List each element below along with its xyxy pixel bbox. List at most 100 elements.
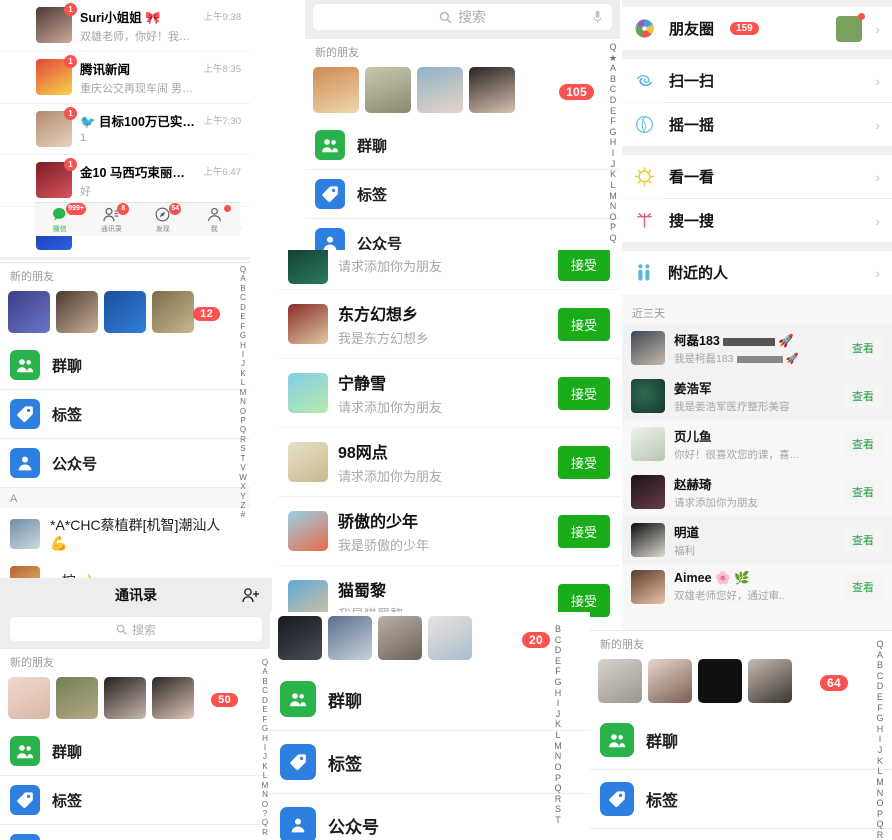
alpha-index-letter[interactable]: K <box>610 169 616 180</box>
alpha-index-letter[interactable]: G <box>876 713 883 724</box>
alpha-index-letter[interactable]: A <box>877 650 883 661</box>
new-friends-avatar-strip[interactable]: 20 <box>270 612 590 668</box>
search-input[interactable]: 搜索 <box>313 4 612 30</box>
alpha-index-letter[interactable]: J <box>878 745 883 756</box>
alpha-index-letter[interactable]: E <box>262 705 267 714</box>
alpha-index-letter[interactable]: ★ <box>609 53 617 64</box>
alpha-index-letter[interactable]: W <box>239 473 247 482</box>
alpha-index-letter[interactable]: T <box>555 815 561 826</box>
alpha-index-letter[interactable]: R <box>240 435 246 444</box>
alpha-index-letter[interactable]: K <box>240 369 245 378</box>
alpha-index-letter[interactable]: V <box>240 463 245 472</box>
alpha-index-letter[interactable]: D <box>555 645 562 656</box>
contacts-entry-list[interactable]: 群聊标签公众号 <box>270 668 590 840</box>
contacts-name-list[interactable]: *A*CHC蔡植群[机智]潮汕人 💪 a 柠🌙 <box>0 508 250 580</box>
alpha-index-letter[interactable]: N <box>877 788 884 799</box>
alpha-index-letter[interactable]: I <box>879 734 882 745</box>
alpha-index-letter[interactable]: M <box>609 191 617 202</box>
avatar[interactable] <box>378 616 422 660</box>
contacts-entry-tag[interactable]: 标签 <box>590 770 892 829</box>
contacts-entry-tag[interactable]: 标签 <box>270 731 590 794</box>
avatar[interactable] <box>748 659 792 703</box>
alpha-index-letter[interactable]: F <box>610 116 616 127</box>
alpha-index-letter[interactable]: P <box>240 416 245 425</box>
alpha-index-letter[interactable]: O <box>240 407 246 416</box>
avatar[interactable] <box>698 659 742 703</box>
discover-row-shake[interactable]: 摇一摇 › <box>622 103 892 146</box>
contacts-entry-group-chat[interactable]: 群聊 <box>590 711 892 770</box>
new-friends-avatar-strip[interactable]: 12 <box>0 287 250 341</box>
avatar[interactable] <box>631 331 665 365</box>
alpha-index-letter[interactable]: G <box>609 127 616 138</box>
alpha-index-letter[interactable]: H <box>555 688 562 699</box>
new-friends-avatar-strip[interactable]: 50 <box>0 673 272 727</box>
contact-list-item[interactable]: a 柠🌙 <box>0 559 250 580</box>
chat-list-item[interactable]: 1Suri小姐姐 🎀 双雄老师，你好！我主营古心殿… 上午9:38 <box>0 0 250 52</box>
avatar[interactable] <box>428 616 472 660</box>
bottom-tab-bar[interactable]: 999+ 微信 8 通讯录 54 发现 我 <box>34 202 240 236</box>
contacts-entry-official-account[interactable]: 公众号 <box>590 829 892 840</box>
alpha-index-letter[interactable]: K <box>262 762 267 771</box>
alpha-index-letter[interactable]: M <box>262 781 269 790</box>
alpha-index-letter[interactable]: O <box>554 762 561 773</box>
search-container[interactable]: 搜索 <box>0 612 272 649</box>
alpha-index-letter[interactable]: C <box>240 293 246 302</box>
alpha-index-letter[interactable]: M <box>554 741 562 752</box>
new-friend-request-row[interactable]: Aimee 🌸 🌿 双雄老师您好，通过审.. 查看 <box>622 564 892 610</box>
friend-request-row[interactable]: 骄傲的少年 我是骄傲的少年 接受 <box>278 497 620 566</box>
accept-button[interactable]: 接受 <box>557 445 610 479</box>
alphabet-index[interactable]: Q ★ A B C D E F G H I J K L M N O P Q <box>607 40 619 268</box>
alpha-index-letter[interactable]: K <box>555 719 561 730</box>
chat-list-item[interactable]: 1 金10 马西巧束丽丽1… 好 上午6:47 <box>0 155 250 207</box>
alpha-index-letter[interactable]: H <box>262 734 268 743</box>
accept-button[interactable]: 接受 <box>557 307 610 341</box>
contacts-entry-official-account[interactable]: 公众号 <box>0 439 250 488</box>
alpha-index-letter[interactable]: G <box>240 331 246 340</box>
alpha-index-letter[interactable]: D <box>610 95 617 106</box>
alpha-index-letter[interactable]: Q <box>554 783 561 794</box>
alpha-index-letter[interactable]: G <box>554 677 561 688</box>
alpha-index-letter[interactable]: Q <box>876 639 883 650</box>
accept-button[interactable]: 接受 <box>557 250 610 281</box>
contacts-entry-group-chat[interactable]: 群聊 <box>270 668 590 731</box>
alpha-index-letter[interactable]: T <box>241 454 246 463</box>
alpha-index-letter[interactable]: S <box>240 444 245 453</box>
alpha-index-letter[interactable]: H <box>610 137 617 148</box>
friend-request-list[interactable]: 请求添加你为朋友 接受 东方幻想乡 我是东方幻想乡 接受 宁静雪 请求添加你为朋友 接受 98网… <box>278 250 620 625</box>
alpha-index-letter[interactable]: J <box>241 359 245 368</box>
avatar[interactable] <box>313 67 359 113</box>
alpha-index-letter[interactable]: E <box>877 692 883 703</box>
moments-preview-thumb[interactable] <box>836 12 865 42</box>
discover-row-search-star[interactable]: 搜一搜 › <box>622 199 892 242</box>
alphabet-index[interactable]: Q A B C D E F G H I J K L M N O P Q R S T V W X Y Z # <box>237 263 249 580</box>
avatar[interactable] <box>152 291 194 333</box>
avatar[interactable] <box>288 250 328 284</box>
chat-list-item[interactable]: 1 🐦 目标100万已实现… 1 上午7:30 <box>0 104 250 155</box>
new-friend-request-row[interactable]: 页儿鱼 你好！很喜欢您的课，喜… 查看 <box>622 420 892 468</box>
avatar[interactable] <box>469 67 515 113</box>
view-button[interactable]: 查看 <box>843 574 883 600</box>
new-friend-request-row[interactable]: 明道 福利 查看 <box>622 516 892 564</box>
view-button[interactable]: 查看 <box>843 479 883 505</box>
alpha-index-letter[interactable]: O <box>262 800 268 809</box>
friend-request-row[interactable]: 98网点 请求添加你为朋友 接受 <box>278 428 620 497</box>
contacts-entry-list[interactable]: 群聊标签公众号 <box>590 711 892 840</box>
tab-我[interactable]: 我 <box>189 204 241 234</box>
discover-row-scan[interactable]: 扫一扫 › <box>622 59 892 102</box>
avatar[interactable] <box>288 373 328 413</box>
alpha-index-letter[interactable]: F <box>263 715 268 724</box>
alpha-index-letter[interactable]: B <box>610 74 616 85</box>
avatar[interactable]: 1 <box>36 158 77 198</box>
alpha-index-letter[interactable]: Q <box>262 818 268 827</box>
alpha-index-letter[interactable]: M <box>240 388 247 397</box>
avatar[interactable] <box>104 291 146 333</box>
new-friend-request-row[interactable]: 姜浩军 我是姜浩军医疗整形美容 查看 <box>622 372 892 420</box>
alpha-index-letter[interactable]: ? <box>263 809 267 818</box>
alpha-index-letter[interactable]: R <box>877 830 884 840</box>
avatar[interactable] <box>288 442 328 482</box>
alpha-index-letter[interactable]: A <box>240 274 245 283</box>
avatar[interactable] <box>598 659 642 703</box>
view-button[interactable]: 查看 <box>843 431 883 457</box>
alpha-index-letter[interactable]: F <box>241 322 246 331</box>
alpha-index-letter[interactable]: N <box>262 790 268 799</box>
